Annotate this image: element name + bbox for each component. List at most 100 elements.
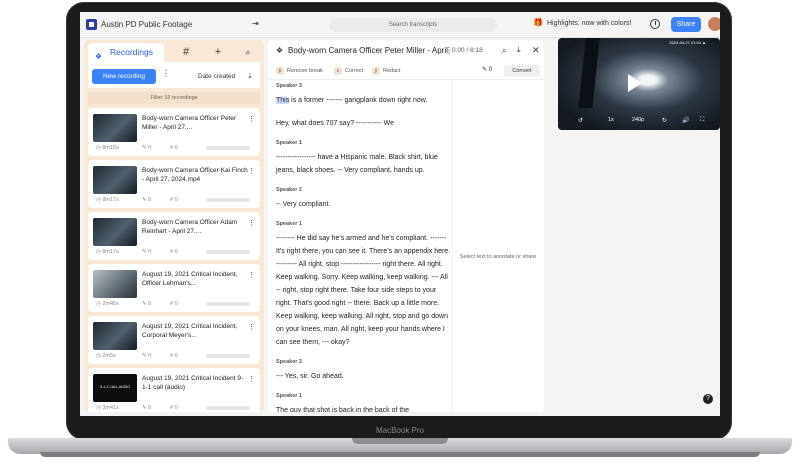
search-input[interactable]: Search transcripts: [329, 18, 497, 32]
recording-tags: # 0: [170, 301, 178, 307]
recording-card[interactable]: Body-worn Camera Officer Kai Finch - Apr…: [88, 160, 260, 208]
recording-title[interactable]: Body-worn Camera Officer Kai Finch - Apr…: [142, 167, 248, 184]
sort-direction-icon[interactable]: ⇣: [247, 72, 253, 80]
tags-value: 0: [174, 405, 178, 411]
speaker-label: Speaker 1: [276, 221, 302, 227]
selected-word[interactable]: This: [276, 97, 290, 104]
playback-speed[interactable]: 1x: [608, 117, 614, 123]
recording-menu-icon[interactable]: ⋮: [248, 219, 255, 227]
recording-card[interactable]: Body-worn Camera Officer Adam Reinhart -…: [88, 212, 260, 260]
history-clock-icon[interactable]: [650, 19, 660, 29]
recording-highlights: ✎ 0: [142, 197, 152, 203]
gift-icon[interactable]: 🎁: [533, 18, 543, 27]
recording-title[interactable]: August 19, 2021 Critical Incident, Offic…: [142, 271, 248, 288]
speaker-label: Speaker 2: [276, 187, 302, 193]
transcript-body[interactable]: Speaker 3 This is a former ------- gangpl…: [276, 83, 452, 412]
correct-label: Correct: [345, 68, 364, 74]
recording-title[interactable]: Body-worn Camera Officer Adam Reinhart -…: [142, 219, 248, 236]
highlights-value: 0: [148, 405, 152, 411]
remove-break-key: p: [276, 67, 284, 75]
recording-menu-icon[interactable]: ⋮: [248, 115, 255, 123]
highlights-announcement[interactable]: Highlights: now with colors!: [547, 20, 631, 27]
divider: [452, 80, 453, 412]
filter-recordings[interactable]: Filter 18 recordings: [88, 92, 260, 104]
highlights-value: 0: [148, 249, 152, 255]
transcript-paragraph[interactable]: -------- He did say he's armed and he's …: [276, 232, 452, 349]
tab-chat[interactable]: ⌕: [234, 43, 262, 62]
transcript-paragraph[interactable]: This is a former ------- gangplank down …: [276, 94, 452, 107]
recording-title[interactable]: Body-worn Camera Officer Peter Miller - …: [142, 115, 248, 132]
volume-icon[interactable]: 🔊: [682, 117, 689, 124]
new-recording-button[interactable]: New recording: [92, 69, 156, 84]
recording-tags: # 0: [170, 353, 178, 359]
tab-tags[interactable]: #: [172, 43, 200, 62]
recording-thumbnail: [93, 166, 137, 194]
rewind-icon[interactable]: ↺: [578, 117, 583, 124]
highlights-value: 0: [148, 301, 152, 307]
highlights-value: 0: [148, 197, 152, 203]
transcript-paragraph[interactable]: The guy that shot is back in the back of…: [276, 404, 452, 412]
avatar[interactable]: [707, 16, 720, 32]
transcript-paragraph[interactable]: ----------------- have a Hispanic male. …: [276, 151, 452, 177]
video-player[interactable]: 2024-04-27 21:04 ▲ ↺ 1x 240p ↻ 🔊 ⛶: [558, 38, 720, 130]
annotation-count[interactable]: ✎ 0: [482, 66, 492, 73]
recording-title[interactable]: August 19, 2021 Critical Incident, Corpo…: [142, 323, 248, 340]
workspace-title[interactable]: Austin PD Public Footage: [101, 20, 192, 29]
remove-break-label: Remove break: [287, 68, 323, 74]
tab-recordings-label: Recordings: [110, 47, 153, 57]
transcript-title[interactable]: Body-worn Camera Officer Peter Miller - …: [288, 46, 448, 55]
help-button[interactable]: ?: [703, 394, 713, 404]
transcript-paragraph[interactable]: --- Yes, sir. Go ahead.: [276, 370, 452, 383]
recording-card[interactable]: 9-1-1 CALL AUDIO August 19, 2021 Critical…: [88, 368, 260, 412]
search-icon[interactable]: ⌕: [502, 46, 506, 56]
recording-title[interactable]: August 19, 2021 Critical Incident 9-1-1 …: [142, 375, 248, 392]
duration-value: 2m5s: [102, 353, 116, 359]
more-options-icon[interactable]: ⋮: [162, 69, 170, 78]
tags-value: 0: [174, 145, 178, 151]
correct-tool[interactable]: c Correct: [334, 67, 363, 75]
duration-value: 8m17s: [102, 249, 119, 255]
transcript-paragraph[interactable]: Hey, what does 707 say? ----------- We: [276, 117, 452, 130]
speaker-label: Speaker 3: [276, 83, 302, 89]
transcript-paragraph[interactable]: -- Very compliant.: [276, 198, 452, 211]
recordings-panel: ❖ Recordings # + ⌕ New recording ⋮ Date …: [84, 40, 264, 412]
recording-card[interactable]: August 19, 2021 Critical Incident, Corpo…: [88, 316, 260, 364]
convert-button[interactable]: Convert: [504, 65, 540, 77]
tab-recordings[interactable]: ❖ Recordings: [88, 43, 164, 62]
sort-dropdown[interactable]: Date created: [198, 73, 235, 80]
duration-value: 2m45s: [102, 301, 119, 307]
collapse-sidebar-icon[interactable]: ⇥: [252, 19, 259, 28]
recording-tags: # 0: [170, 197, 178, 203]
recording-menu-icon[interactable]: ⋮: [248, 167, 255, 175]
forward-icon[interactable]: ↻: [662, 117, 667, 124]
recording-card[interactable]: Body-worn Camera Officer Peter Miller - …: [88, 108, 260, 156]
recording-thumbnail: 9-1-1 CALL AUDIO: [93, 374, 137, 402]
recording-menu-icon[interactable]: ⋮: [248, 271, 255, 279]
recording-menu-icon[interactable]: ⋮: [248, 323, 255, 331]
close-icon[interactable]: ✕: [532, 45, 540, 56]
app-logo-icon[interactable]: [86, 19, 97, 30]
video-quality[interactable]: 240p: [632, 117, 644, 123]
download-icon[interactable]: ⤓: [517, 45, 521, 55]
duration-value: 3m41s: [102, 405, 119, 411]
recording-progress: [206, 146, 250, 150]
recording-menu-icon[interactable]: ⋮: [248, 375, 255, 383]
recording-progress: [206, 198, 250, 202]
redact-label: Redact: [383, 68, 401, 74]
annotate-hint: Select text to annotate or share: [459, 254, 537, 260]
remove-break-tool[interactable]: p Remove break: [276, 67, 323, 75]
play-icon[interactable]: [628, 74, 642, 92]
recording-card[interactable]: August 19, 2021 Critical Incident, Offic…: [88, 264, 260, 312]
video-timestamp-overlay: 2024-04-27 21:04 ▲: [669, 40, 706, 45]
recording-tags: # 0: [170, 405, 178, 411]
fullscreen-icon[interactable]: ⛶: [700, 117, 704, 124]
correct-key: c: [334, 67, 342, 75]
redact-tool[interactable]: y Redact: [372, 67, 400, 75]
list-header: New recording ⋮ Date created ⇣: [88, 62, 260, 88]
tags-value: 0: [174, 197, 178, 203]
recording-thumbnail: [93, 114, 137, 142]
share-button[interactable]: Share: [671, 17, 701, 32]
recording-duration: ◷ 8m17s: [96, 197, 119, 203]
recording-duration: ◷ 2m5s: [96, 353, 116, 359]
tab-add[interactable]: +: [204, 43, 232, 62]
